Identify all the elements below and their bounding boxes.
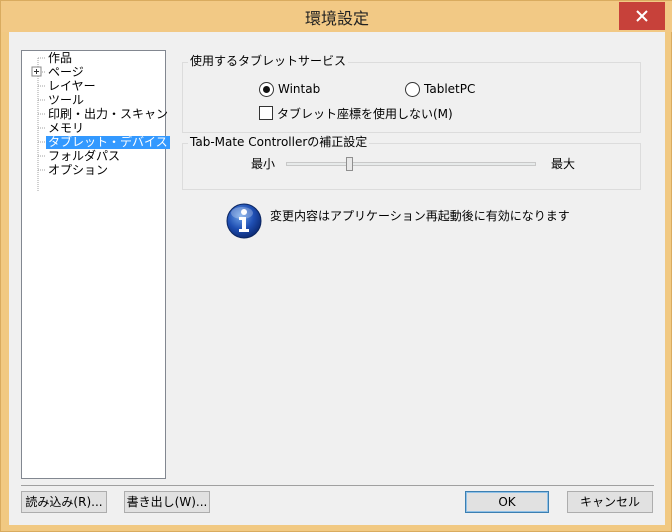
tree-item-folder-path[interactable]: フォルダパス — [46, 150, 122, 163]
tree-item-page[interactable]: ページ — [46, 66, 86, 79]
settings-window: 環境設定 作品 ページ レイヤー ツール 印刷・出力・スキャン メモリ タブレッ… — [0, 0, 672, 532]
tree-item-options[interactable]: オプション — [46, 164, 110, 177]
radio-selected-dot — [263, 86, 270, 93]
import-button[interactable]: 読み込み(R)... — [21, 491, 107, 513]
close-icon — [636, 10, 648, 22]
radio-tabletpc[interactable] — [405, 82, 420, 97]
window-title: 環境設定 — [304, 9, 369, 28]
tree-item-tablet-device[interactable]: タブレット・デバイス — [46, 136, 170, 149]
dialog-client-area: 作品 ページ レイヤー ツール 印刷・出力・スキャン メモリ タブレット・デバイ… — [9, 32, 665, 525]
tabmate-calibration-group-label: Tab-Mate Controllerの補正設定 — [188, 135, 370, 149]
tree-item-layer[interactable]: レイヤー — [46, 80, 98, 93]
close-button[interactable] — [619, 2, 665, 30]
cancel-button[interactable]: キャンセル — [567, 491, 653, 513]
slider-min-label: 最小 — [251, 157, 276, 171]
tablet-service-group — [182, 62, 641, 133]
bottom-separator — [21, 485, 654, 486]
tree-item-print-output-scan[interactable]: 印刷・出力・スキャン — [46, 108, 170, 121]
no-tablet-coordinates-checkbox[interactable] — [259, 106, 273, 120]
tablet-service-group-label: 使用するタブレットサービス — [188, 54, 349, 68]
ok-button[interactable]: OK — [465, 491, 549, 513]
info-icon — [226, 203, 262, 239]
settings-category-tree[interactable]: 作品 ページ レイヤー ツール 印刷・出力・スキャン メモリ タブレット・デバイ… — [21, 50, 170, 479]
export-button[interactable]: 書き出し(W)... — [124, 491, 210, 513]
radio-wintab-label[interactable]: Wintab — [278, 82, 320, 96]
restart-notice-text: 変更内容はアプリケーション再起動後に有効になります — [270, 209, 570, 223]
tree-item-tool[interactable]: ツール — [46, 94, 86, 107]
radio-tabletpc-label[interactable]: TabletPC — [424, 82, 475, 96]
no-tablet-coordinates-label[interactable]: タブレット座標を使用しない(M) — [277, 107, 453, 121]
radio-wintab[interactable] — [259, 82, 274, 97]
tree-item-works[interactable]: 作品 — [46, 52, 74, 65]
tree-item-memory[interactable]: メモリ — [46, 122, 86, 135]
calibration-slider-thumb[interactable] — [345, 157, 353, 171]
calibration-slider-track[interactable] — [286, 162, 536, 166]
slider-max-label: 最大 — [551, 157, 576, 171]
title-bar[interactable]: 環境設定 — [1, 1, 672, 32]
